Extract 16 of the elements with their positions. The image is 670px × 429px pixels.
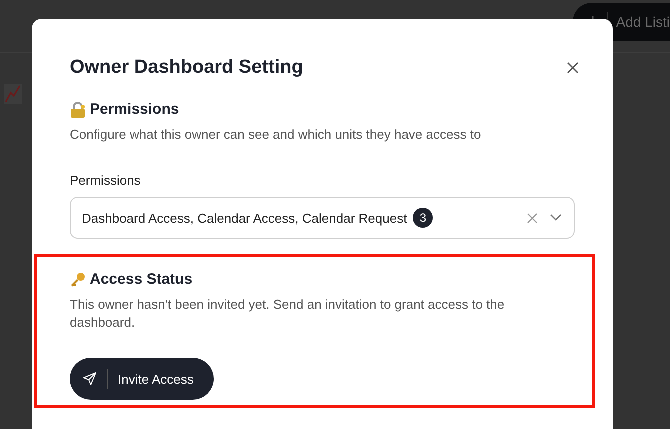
close-button[interactable] — [567, 62, 579, 74]
clear-icon[interactable] — [527, 212, 538, 224]
section-heading: Access Status — [90, 271, 193, 288]
section-heading: Permissions — [90, 101, 180, 118]
count-badge: 3 — [413, 208, 434, 228]
section-description: Configure what this owner can see and which units they have access to — [70, 126, 482, 144]
key-icon — [70, 272, 86, 288]
permissions-select[interactable]: Dashboard Access, Calendar Access, Calendar Request 3 — [70, 197, 575, 239]
section-description: This owner hasn't been invited yet. Send an invitation to grant access to the dashboard. — [70, 296, 506, 332]
field-label: Permissions — [70, 173, 142, 188]
send-icon — [83, 372, 97, 386]
lock-icon — [70, 102, 86, 118]
dialog-title: Owner Dashboard Setting — [70, 57, 304, 79]
chevron-down-icon[interactable] — [550, 214, 562, 222]
invite-access-button[interactable]: Invite Access — [70, 358, 214, 400]
chart-icon — [4, 84, 22, 104]
